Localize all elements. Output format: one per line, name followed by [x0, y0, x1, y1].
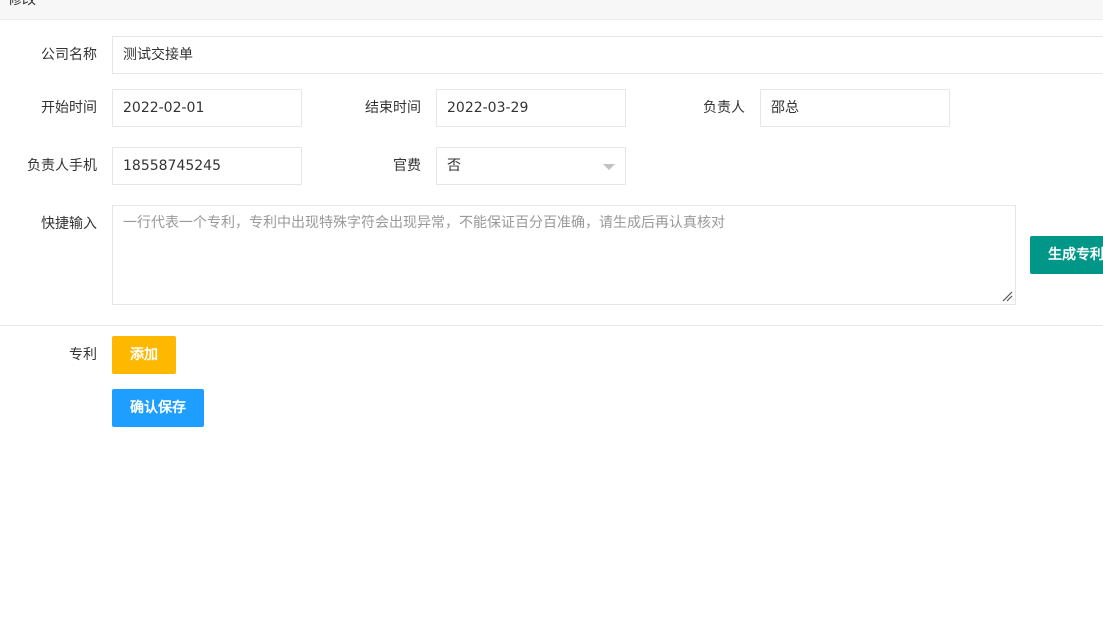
resize-grip-icon[interactable] [1001, 290, 1013, 302]
caret-down-icon [603, 164, 615, 170]
official-fee-label: 官费 [393, 158, 421, 174]
patent-label: 专利 [69, 347, 97, 363]
official-fee-value: 否 [447, 158, 461, 174]
end-time-label: 结束时间 [365, 100, 421, 116]
add-patent-button[interactable]: 添加 [112, 336, 176, 374]
panel-title: 修改 [8, 0, 36, 8]
owner-input[interactable]: 邵总 [760, 89, 950, 127]
owner-label: 负责人 [703, 100, 745, 116]
generate-patent-button[interactable]: 生成专利 [1030, 236, 1103, 274]
confirm-save-button[interactable]: 确认保存 [112, 389, 204, 427]
owner-phone-input[interactable]: 18558745245 [112, 147, 302, 185]
start-time-input[interactable]: 2022-02-01 [112, 89, 302, 127]
official-fee-select[interactable]: 否 [436, 147, 626, 185]
company-name-label: 公司名称 [41, 47, 97, 63]
panel-header: 修改 [0, 0, 1103, 20]
end-time-input[interactable]: 2022-03-29 [436, 89, 626, 127]
start-time-label: 开始时间 [41, 100, 97, 116]
company-name-input[interactable]: 测试交接单 [112, 36, 1103, 74]
quick-input-textarea[interactable]: 一行代表一个专利，专利中出现特殊字符会出现异常，不能保证百分百准确，请生成后再认… [112, 205, 1016, 305]
quick-input-label: 快捷输入 [41, 216, 97, 232]
section-divider [0, 325, 1103, 326]
owner-phone-label: 负责人手机 [27, 158, 97, 174]
edit-form-page: 修改 公司名称 测试交接单 开始时间 2022-02-01 结束时间 2022-… [0, 0, 1103, 628]
quick-input-placeholder: 一行代表一个专利，专利中出现特殊字符会出现异常，不能保证百分百准确，请生成后再认… [123, 215, 725, 231]
